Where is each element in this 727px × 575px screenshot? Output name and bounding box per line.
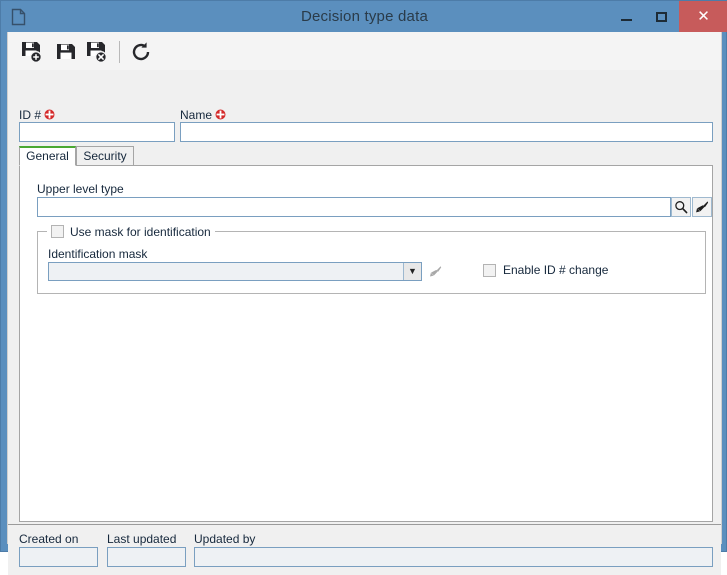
save-new-icon bbox=[22, 42, 42, 63]
identification-mask-label: Identification mask bbox=[48, 247, 148, 261]
chevron-down-icon[interactable]: ▼ bbox=[403, 263, 421, 280]
name-label-text: Name bbox=[180, 108, 213, 122]
close-button[interactable]: ✕ bbox=[679, 1, 727, 32]
id-input[interactable] bbox=[19, 122, 175, 142]
created-on-label: Created on bbox=[19, 532, 79, 546]
brush-icon bbox=[696, 201, 709, 213]
updated-by-label: Updated by bbox=[194, 532, 256, 546]
tab-strip: General Security bbox=[19, 146, 713, 166]
use-mask-checkbox[interactable] bbox=[51, 225, 64, 238]
toolbar bbox=[8, 32, 721, 70]
refresh-button[interactable] bbox=[127, 38, 155, 66]
save-close-button[interactable] bbox=[83, 38, 111, 66]
name-input[interactable] bbox=[180, 122, 713, 142]
enable-id-change-row[interactable]: Enable ID # change bbox=[483, 263, 608, 277]
last-updated-label: Last updated bbox=[107, 532, 177, 546]
footer-bar: Created on Last updated Updated by bbox=[8, 524, 721, 575]
upper-level-type-clear-button[interactable] bbox=[692, 197, 712, 217]
brush-icon bbox=[430, 266, 442, 277]
minimize-icon bbox=[621, 18, 632, 21]
identification-mask-value bbox=[49, 263, 403, 280]
id-label-text: ID # bbox=[19, 108, 42, 122]
window-controls: ✕ bbox=[609, 1, 727, 32]
required-marker-id bbox=[44, 109, 55, 120]
upper-level-type-label: Upper level type bbox=[37, 182, 124, 196]
mask-group-box: Use mask for identification Identificati… bbox=[37, 224, 706, 294]
id-label: ID # bbox=[19, 108, 55, 122]
upper-level-type-input[interactable] bbox=[37, 197, 671, 217]
upper-level-type-search-button[interactable] bbox=[671, 197, 691, 217]
save-close-icon bbox=[87, 42, 107, 63]
name-label: Name bbox=[180, 108, 226, 122]
updated-by-input[interactable] bbox=[194, 547, 713, 567]
enable-id-change-label: Enable ID # change bbox=[503, 263, 609, 277]
tab-page-general: Upper level type Use mask for identifica… bbox=[19, 165, 713, 522]
client-area: ID # Name General Security Upper level t… bbox=[7, 32, 722, 575]
title-bar[interactable]: Decision type data ✕ bbox=[1, 1, 727, 32]
magnifier-icon bbox=[675, 201, 688, 214]
application-window: Decision type data ✕ ID # Name General S… bbox=[0, 0, 727, 575]
minimize-button[interactable] bbox=[609, 1, 644, 32]
mask-group-title[interactable]: Use mask for identification bbox=[47, 224, 215, 239]
save-button[interactable] bbox=[52, 38, 80, 66]
maximize-button[interactable] bbox=[644, 1, 679, 32]
tab-security[interactable]: Security bbox=[76, 146, 134, 166]
maximize-icon bbox=[656, 11, 667, 22]
refresh-icon bbox=[132, 42, 150, 61]
enable-id-change-checkbox[interactable] bbox=[483, 263, 496, 277]
save-new-button[interactable] bbox=[18, 38, 46, 66]
identification-mask-combo[interactable]: ▼ bbox=[48, 262, 422, 281]
chevron-down-glyph: ▼ bbox=[408, 266, 417, 276]
close-icon: ✕ bbox=[697, 8, 710, 25]
toolbar-separator bbox=[119, 41, 120, 63]
created-on-input[interactable] bbox=[19, 547, 98, 567]
identification-mask-clear-button[interactable] bbox=[426, 262, 445, 281]
last-updated-input[interactable] bbox=[107, 547, 186, 567]
use-mask-label: Use mask for identification bbox=[70, 224, 211, 239]
required-marker-name bbox=[215, 109, 226, 120]
save-icon bbox=[57, 44, 75, 59]
tab-general[interactable]: General bbox=[19, 146, 76, 166]
